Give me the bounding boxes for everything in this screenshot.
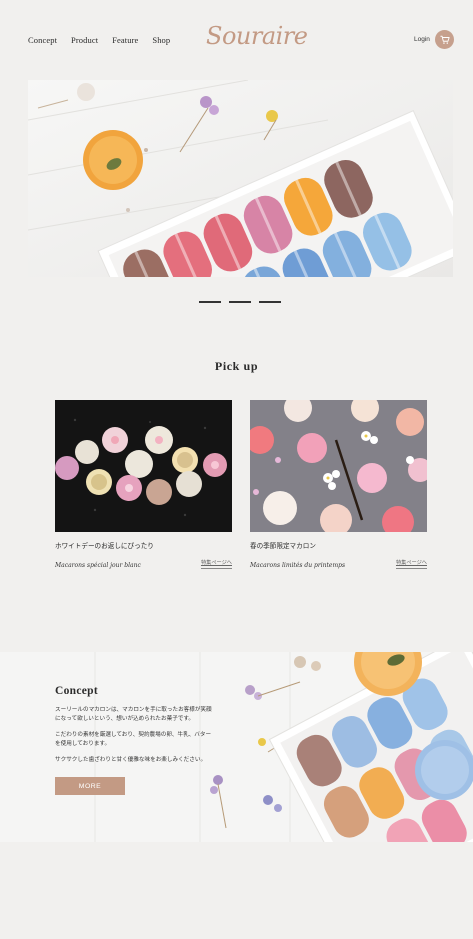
pickup-card-image[interactable] xyxy=(55,400,232,532)
concept-paragraph: スーリールのマカロンは、マカロンを手に取ったお客様が笑顔になって欲しいという、想… xyxy=(55,707,212,722)
white-day-macarons-photo xyxy=(55,400,232,532)
site-header: Concept Product Feature Shop Souraire Lo… xyxy=(0,0,473,80)
pickup-card-title: 春の季節限定マカロン xyxy=(250,542,316,550)
cart-button[interactable] xyxy=(435,30,454,49)
nav-product[interactable]: Product xyxy=(71,35,98,45)
pickup-card-subtitle: Macarons limités du printemps xyxy=(250,562,346,569)
pickup-card[interactable]: ホワイトデーのお返しにぴったり Macarons spécial jour bl… xyxy=(55,400,232,569)
more-button[interactable]: MORE xyxy=(55,777,125,795)
slider-dot-1[interactable] xyxy=(199,301,221,303)
pickup-card-image[interactable] xyxy=(250,400,427,532)
cart-icon xyxy=(439,35,450,44)
pickup-card[interactable]: 春の季節限定マカロン Macarons limités du printemps… xyxy=(250,400,427,569)
feature-page-link[interactable]: 特集ページへ xyxy=(395,559,427,569)
nav-feature[interactable]: Feature xyxy=(112,35,138,45)
login-link[interactable]: Login xyxy=(414,36,430,43)
pickup-card-subtitle: Macarons spécial jour blanc xyxy=(55,562,141,569)
spring-macarons-photo xyxy=(250,400,427,532)
concept-body: スーリールのマカロンは、マカロンを手に取ったお客様が笑顔になって欲しいという、想… xyxy=(55,706,215,772)
concept-paragraph: サクサクした歯ざわりと甘く優雅な味をお楽しみください。 xyxy=(55,757,207,763)
slider-dot-2[interactable] xyxy=(229,301,251,303)
main-nav: Concept Product Feature Shop xyxy=(28,35,170,45)
concept-paragraph: こだわりの素材を厳選しており、契約農場の卵、牛乳、バターを使用しております。 xyxy=(55,732,212,747)
hero-image xyxy=(28,80,453,277)
slider-indicators xyxy=(199,301,281,303)
logo[interactable]: Souraire xyxy=(206,22,308,50)
concept-heading: Concept xyxy=(55,685,98,697)
slider-dot-3[interactable] xyxy=(259,301,281,303)
nav-shop[interactable]: Shop xyxy=(152,35,170,45)
pickup-card-title: ホワイトデーのお返しにぴったり xyxy=(55,542,154,550)
feature-page-link[interactable]: 特集ページへ xyxy=(200,559,232,569)
nav-concept[interactable]: Concept xyxy=(28,35,57,45)
pickup-heading: Pick up xyxy=(214,359,259,373)
macaron-box-photo xyxy=(28,80,453,277)
